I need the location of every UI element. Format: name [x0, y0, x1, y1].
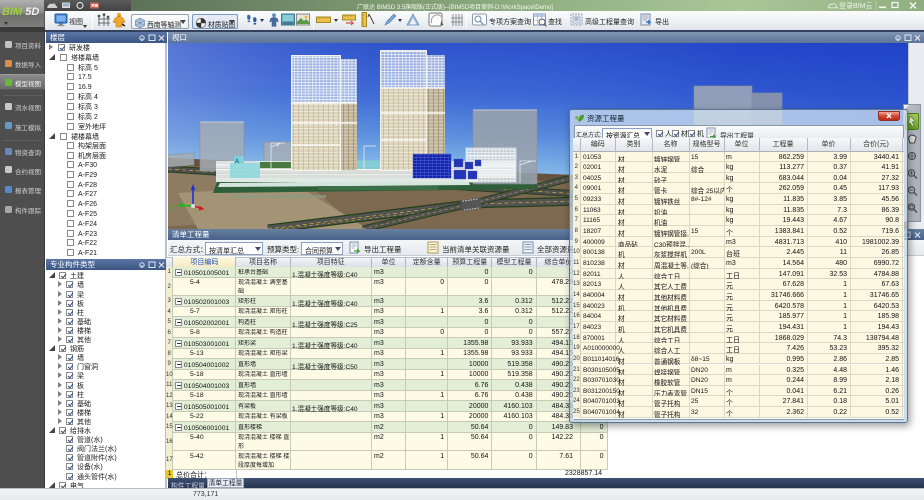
- svg-text:A: A: [235, 159, 239, 165]
- svg-text:Y: Y: [171, 206, 175, 212]
- svg-text:登录BIM云: 登录BIM云: [839, 1, 872, 10]
